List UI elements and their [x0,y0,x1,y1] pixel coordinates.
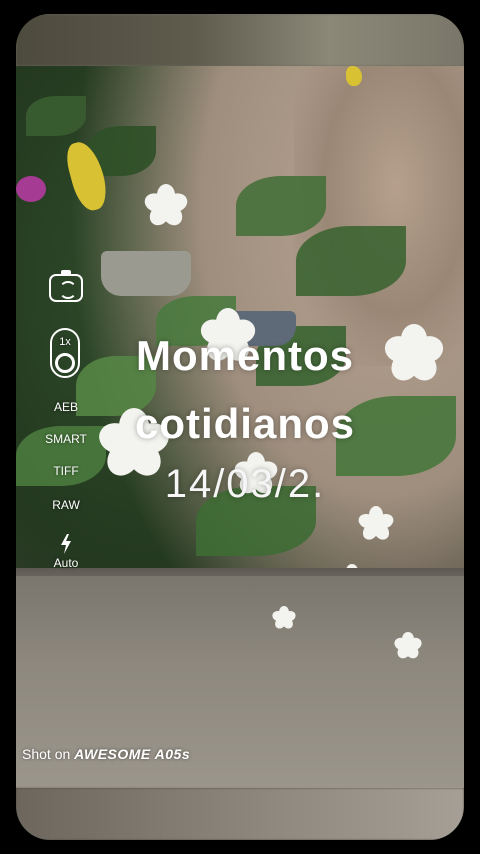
mode-raw[interactable]: RAW [30,498,102,512]
blurred-top-edge [16,14,464,66]
zoom-button[interactable]: 1x [30,270,102,382]
leaf [26,96,86,136]
overlay-title-line1: Momentos [136,332,354,379]
leaf [296,226,406,296]
plant-pot [101,251,191,296]
watermark-prefix: Shot on [22,746,75,762]
mode-aeb[interactable]: AEB [30,400,102,414]
flash-button[interactable]: Auto [30,534,102,570]
overlay-title-line2: cotidianos [134,400,356,447]
overlay-date: 14/03/2. [164,462,326,506]
zoom-label: 1x [59,336,71,348]
zoom-icon: 1x [50,328,80,378]
zoom-dot-icon [55,353,75,373]
watermark-brand: AWESOME A05s [74,746,191,762]
purple-flower [16,176,46,202]
blurred-bottom-edge [16,788,464,840]
mode-smart[interactable]: SMART [30,432,102,446]
shot-on-watermark: Shot on AWESOME A05s [22,746,190,762]
flash-label: Auto [53,556,79,570]
leaf [236,176,326,236]
yellow-leaf [346,66,362,86]
mode-tiff[interactable]: TIFF [30,464,102,478]
flash-icon [61,534,71,554]
